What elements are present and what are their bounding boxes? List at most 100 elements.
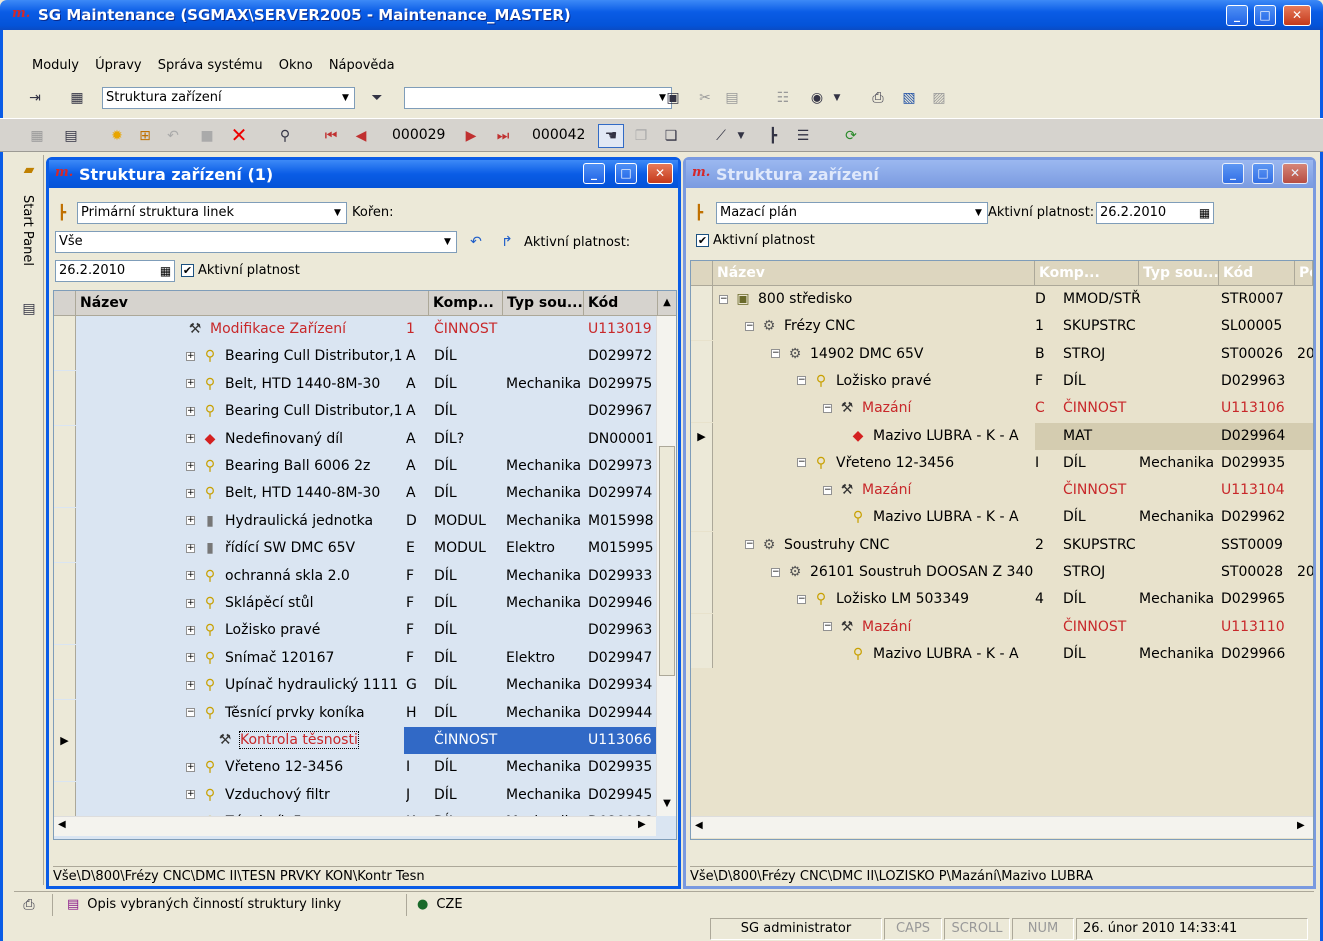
- expand-icon[interactable]: +: [186, 680, 195, 690]
- row-selector[interactable]: [691, 449, 713, 477]
- square-icon[interactable]: ■: [198, 127, 216, 145]
- tree-node[interactable]: + ⚲ Sklápěcí stůl: [186, 590, 404, 617]
- expand-icon[interactable]: +: [186, 762, 195, 772]
- row-selector[interactable]: [691, 613, 713, 641]
- collapse-icon[interactable]: −: [745, 321, 754, 331]
- right-minimize-button[interactable]: _: [1222, 163, 1244, 184]
- tree-node[interactable]: − ⚒ Mazání: [823, 395, 1035, 422]
- row-selector[interactable]: [691, 640, 713, 668]
- table-row[interactable]: + ▮ Hydraulická jednotka D MODUL Mechanika M01…: [54, 507, 656, 535]
- users-icon[interactable]: ☷: [774, 89, 792, 107]
- tree-node[interactable]: − ⚲ Ložisko LM 503349: [797, 586, 1035, 613]
- table-row[interactable]: −⚙ 14902 DMC 65V B STROJ ST00026 20: [691, 340, 1313, 368]
- chevron-down-icon[interactable]: ▼: [828, 89, 846, 107]
- row-selector[interactable]: [691, 586, 713, 614]
- col-nazev[interactable]: Název: [76, 291, 429, 315]
- plan-combo[interactable]: Mazací plán ▼: [716, 202, 988, 224]
- table-row[interactable]: ⚒ Modifikace Zařízení 1 ČINNOST U113019: [54, 316, 656, 343]
- tree-node[interactable]: − ⚲ Těsnící prvky koníka: [186, 700, 404, 727]
- right-close-button[interactable]: ✕: [1282, 163, 1308, 184]
- eye-icon[interactable]: ◉: [808, 89, 826, 107]
- exit-icon[interactable]: ⇥: [26, 89, 44, 107]
- menu-napoveda[interactable]: Nápověda: [329, 58, 395, 73]
- expand-icon[interactable]: +: [186, 406, 195, 416]
- row-selector[interactable]: [54, 617, 76, 645]
- tree-node[interactable]: + ⚲ Bearing Ball 6006 2z: [186, 453, 404, 480]
- table-row[interactable]: + ⚲ Belt, HTD 1440-8M-30 A DÍL Mechanika D0299…: [54, 370, 656, 398]
- filter-icon[interactable]: ⏷: [368, 89, 386, 107]
- collapse-icon[interactable]: −: [823, 622, 832, 632]
- row-selector[interactable]: [54, 425, 76, 453]
- row-selector[interactable]: [691, 559, 713, 586]
- row-selector[interactable]: [54, 453, 76, 480]
- tools-icon[interactable]: ✂: [696, 89, 714, 107]
- table-row[interactable]: ▶ ⚒ Kontrola těsnosti ČINNOST U113066: [54, 727, 658, 754]
- tree-node[interactable]: − ⚒ Mazání: [823, 614, 1035, 641]
- table-row[interactable]: − ▣ 800 středisko D MMOD/STŘ STR0007: [691, 286, 1313, 313]
- structure-combo[interactable]: Primární struktura linek ▼: [77, 202, 347, 224]
- row-selector[interactable]: [54, 535, 76, 563]
- table-row[interactable]: − ⚲ Ložisko LM 503349 4 DÍL Mechanika D029965: [691, 586, 1313, 614]
- tree-node[interactable]: ⚒ Modifikace Zařízení: [186, 316, 404, 343]
- hand-icon[interactable]: ☚: [598, 124, 624, 148]
- table-row[interactable]: + ⚲ ochranná skla 2.0 F DÍL Mechanika D029933: [54, 562, 656, 590]
- row-selector[interactable]: [54, 480, 76, 508]
- grid-view-icon[interactable]: ▦: [68, 89, 86, 107]
- table-icon[interactable]: ▦: [28, 127, 46, 145]
- table-row[interactable]: + ⚲ Bearing Cull Distributor,1 A DÍL D029972: [54, 343, 656, 371]
- collapse-icon[interactable]: −: [823, 485, 832, 495]
- table-row[interactable]: + ⚲ Upínač hydraulický 1111 G DÍL Mechanika D0…: [54, 672, 656, 700]
- tree-node[interactable]: − ⚲ Ložisko pravé: [797, 368, 1035, 395]
- row-selector[interactable]: [54, 754, 76, 782]
- start-panel[interactable]: ▰ Start Panel ▤: [14, 155, 44, 885]
- menu-moduly[interactable]: Moduly: [32, 58, 79, 73]
- tree-icon[interactable]: ┣: [764, 127, 782, 145]
- menu-okno[interactable]: Okno: [279, 58, 313, 73]
- collapse-icon[interactable]: −: [771, 567, 780, 577]
- preview-icon[interactable]: ▧: [900, 89, 918, 107]
- tree-node[interactable]: − ⚲ Vřeteno 12-3456: [797, 450, 1035, 477]
- expand-icon[interactable]: +: [186, 351, 195, 361]
- back-icon[interactable]: ↶: [467, 233, 485, 251]
- collapse-icon[interactable]: −: [797, 458, 806, 468]
- col-kod[interactable]: Kód: [1219, 261, 1295, 285]
- left-hscroll[interactable]: ◀ ▶: [54, 816, 656, 836]
- collapse-icon[interactable]: −: [797, 594, 806, 604]
- next-record-icon[interactable]: ▶: [462, 127, 480, 145]
- new-icon[interactable]: ✹: [108, 127, 126, 145]
- collapse-icon[interactable]: −: [745, 540, 754, 550]
- row-selector[interactable]: [691, 313, 713, 341]
- expand-icon[interactable]: +: [186, 516, 195, 526]
- windows-icon[interactable]: ❏: [662, 127, 680, 145]
- right-active-validity-checkbox[interactable]: ✔ Aktivní platnost: [696, 233, 815, 248]
- undo-icon[interactable]: ↶: [164, 127, 182, 145]
- table-row[interactable]: + ⚲ Ložisko pravé F DÍL D029963: [54, 617, 656, 645]
- table-row[interactable]: − ⚙ Frézy CNC 1 SKUPSTRC SL00005: [691, 313, 1313, 341]
- col-komp[interactable]: Komp...: [1035, 261, 1139, 285]
- collapse-icon[interactable]: −: [186, 708, 195, 718]
- tree-node[interactable]: + ▮ Hydraulická jednotka: [186, 508, 404, 535]
- expand-icon[interactable]: +: [186, 625, 195, 635]
- print-icon[interactable]: ⎙: [869, 89, 887, 107]
- tree-node[interactable]: + ⚲ Bearing Cull Distributor,1: [186, 343, 404, 370]
- scroll-right-icon[interactable]: ▶: [638, 819, 646, 830]
- tree-node[interactable]: + ◆ Nedefinovaný díl: [186, 426, 404, 453]
- row-selector[interactable]: [691, 367, 713, 395]
- root-combo[interactable]: Vše ▼: [55, 231, 457, 253]
- row-selector[interactable]: [691, 477, 713, 505]
- date-field[interactable]: 26.2.2010 ▦: [55, 260, 175, 282]
- tree-node[interactable]: ⚒ Kontrola těsnosti: [216, 727, 404, 754]
- scroll-left-icon[interactable]: ◀: [58, 819, 66, 830]
- tree-node[interactable]: − ⚙ 14902 DMC 65V: [771, 341, 1035, 368]
- tree-node[interactable]: − ⚙ 26101 Soustruh DOOSAN Z 340 S: [771, 559, 1035, 586]
- refresh-icon[interactable]: ⟳: [842, 127, 860, 145]
- row-selector[interactable]: [54, 781, 76, 809]
- tree-node[interactable]: + ⚲ Ložisko pravé: [186, 617, 404, 644]
- row-selector[interactable]: [691, 531, 713, 559]
- table-row[interactable]: + ⚲ Vzduchový filtr J DÍL Mechanika D029945: [54, 781, 656, 809]
- calendar-icon[interactable]: ▦: [1196, 203, 1213, 223]
- col-nazev[interactable]: Název: [713, 261, 1035, 285]
- language-item[interactable]: ● CZE: [406, 894, 526, 916]
- row-selector[interactable]: [691, 504, 713, 532]
- collapse-icon[interactable]: −: [797, 376, 806, 386]
